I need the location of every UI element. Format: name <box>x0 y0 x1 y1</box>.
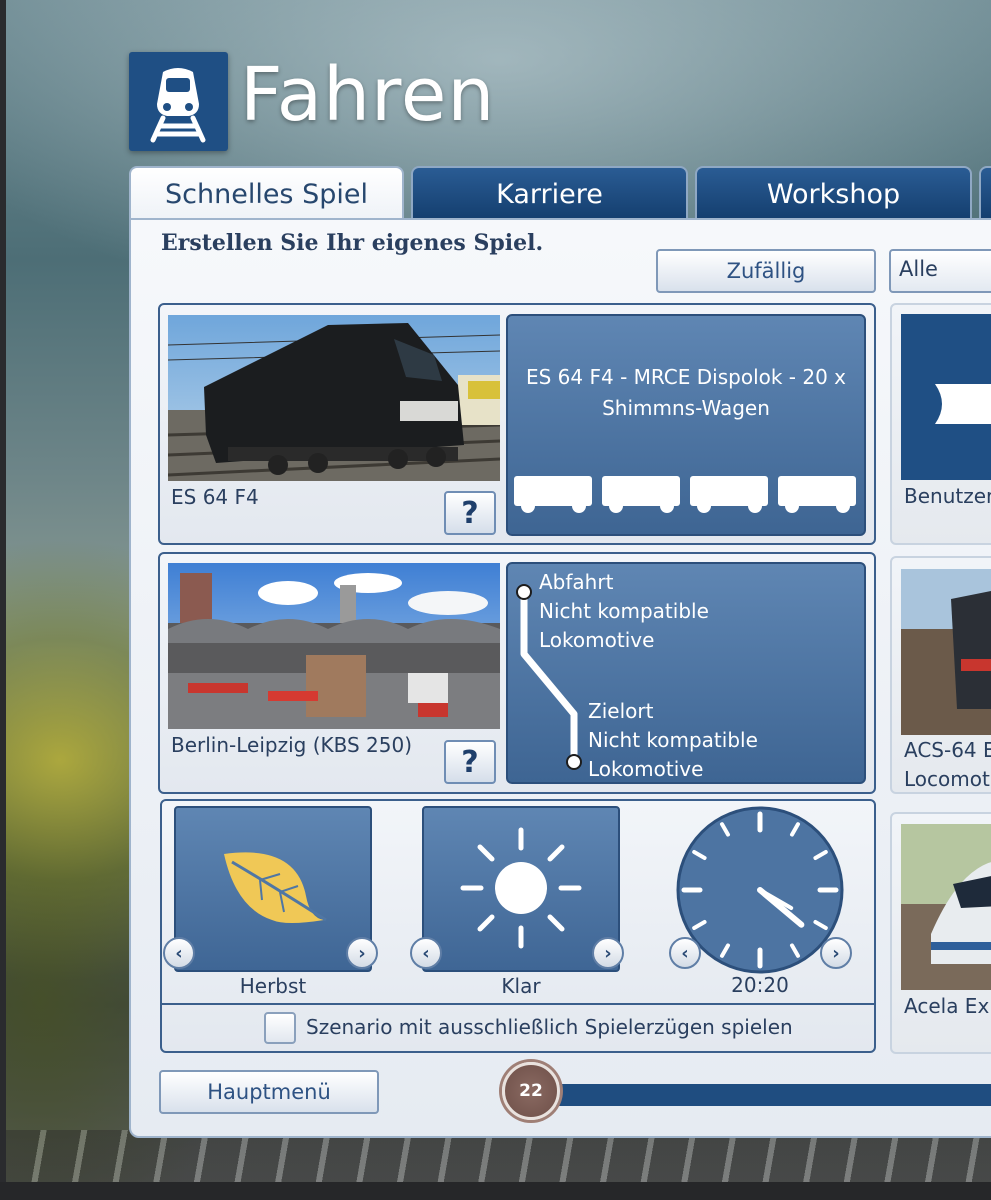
season-next-button[interactable]: › <box>346 937 378 969</box>
destination-title: Zielort <box>588 699 654 723</box>
weather-next-button[interactable]: › <box>592 937 624 969</box>
season-tile <box>174 806 372 972</box>
leaf-icon <box>224 852 327 923</box>
player-only-checkbox[interactable] <box>264 1012 296 1044</box>
tab-more[interactable] <box>979 166 991 220</box>
departure-status: Nicht kompatible Lokomotive <box>539 599 709 652</box>
destination-status: Nicht kompatible Lokomotive <box>588 728 758 781</box>
locomotive-help-button[interactable]: ? <box>444 491 496 535</box>
window-edge <box>0 0 6 1182</box>
wagon-icon <box>690 476 768 506</box>
wagon-icon <box>778 476 856 506</box>
weather-label: Klar <box>501 974 541 998</box>
main-menu-button[interactable]: Hauptmenü <box>159 1070 379 1114</box>
route-help-button[interactable]: ? <box>444 740 496 784</box>
wagon-icon <box>514 476 592 506</box>
random-button[interactable]: Zufällig <box>656 249 876 293</box>
consist-description: ES 64 F4 - MRCE Dispolok - 20 x Shimmns-… <box>525 365 847 420</box>
side-item-label: ACS-64 E <box>904 738 991 762</box>
departure-title: Abfahrt <box>539 570 614 594</box>
tab-schnelles-spiel[interactable]: Schnelles Spiel <box>129 166 404 220</box>
locomotive-image[interactable] <box>168 315 500 481</box>
side-item-label: Locomot <box>904 767 990 791</box>
bottom-edge <box>0 1182 991 1200</box>
time-prev-button[interactable]: ‹ <box>669 937 701 969</box>
clock-icon <box>676 806 844 974</box>
divider <box>162 1003 874 1005</box>
route-name: Berlin-Leipzig (KBS 250) <box>171 733 413 757</box>
tab-workshop[interactable]: Workshop <box>695 166 972 220</box>
train-icon <box>129 52 228 151</box>
player-only-label: Szenario mit ausschließlich Spielerzügen… <box>306 1015 793 1039</box>
weather-tile <box>422 806 620 972</box>
progress-track <box>556 1084 991 1106</box>
side-item-label: Acela Exp <box>904 994 991 1018</box>
locomotive-name: ES 64 F4 <box>171 485 259 509</box>
time-next-button[interactable]: › <box>820 937 852 969</box>
filter-dropdown[interactable]: Alle <box>889 249 991 293</box>
season-label: Herbst <box>239 974 307 998</box>
sun-icon <box>460 827 582 949</box>
level-badge: 22 <box>502 1062 560 1120</box>
tab-karriere[interactable]: Karriere <box>411 166 688 220</box>
weather-prev-button[interactable]: ‹ <box>410 937 442 969</box>
season-prev-button[interactable]: ‹ <box>163 937 195 969</box>
side-user-icon <box>901 314 991 480</box>
route-image[interactable] <box>168 563 500 729</box>
panel-subtitle: Erstellen Sie Ihr eigenes Spiel. <box>161 230 544 256</box>
time-label: 20:20 <box>731 973 789 997</box>
page-title: Fahren <box>240 52 496 138</box>
wagon-icon <box>602 476 680 506</box>
side-locomotive-image <box>901 569 991 735</box>
side-item-label: Benutzer <box>904 484 991 508</box>
side-train-image <box>901 824 991 990</box>
